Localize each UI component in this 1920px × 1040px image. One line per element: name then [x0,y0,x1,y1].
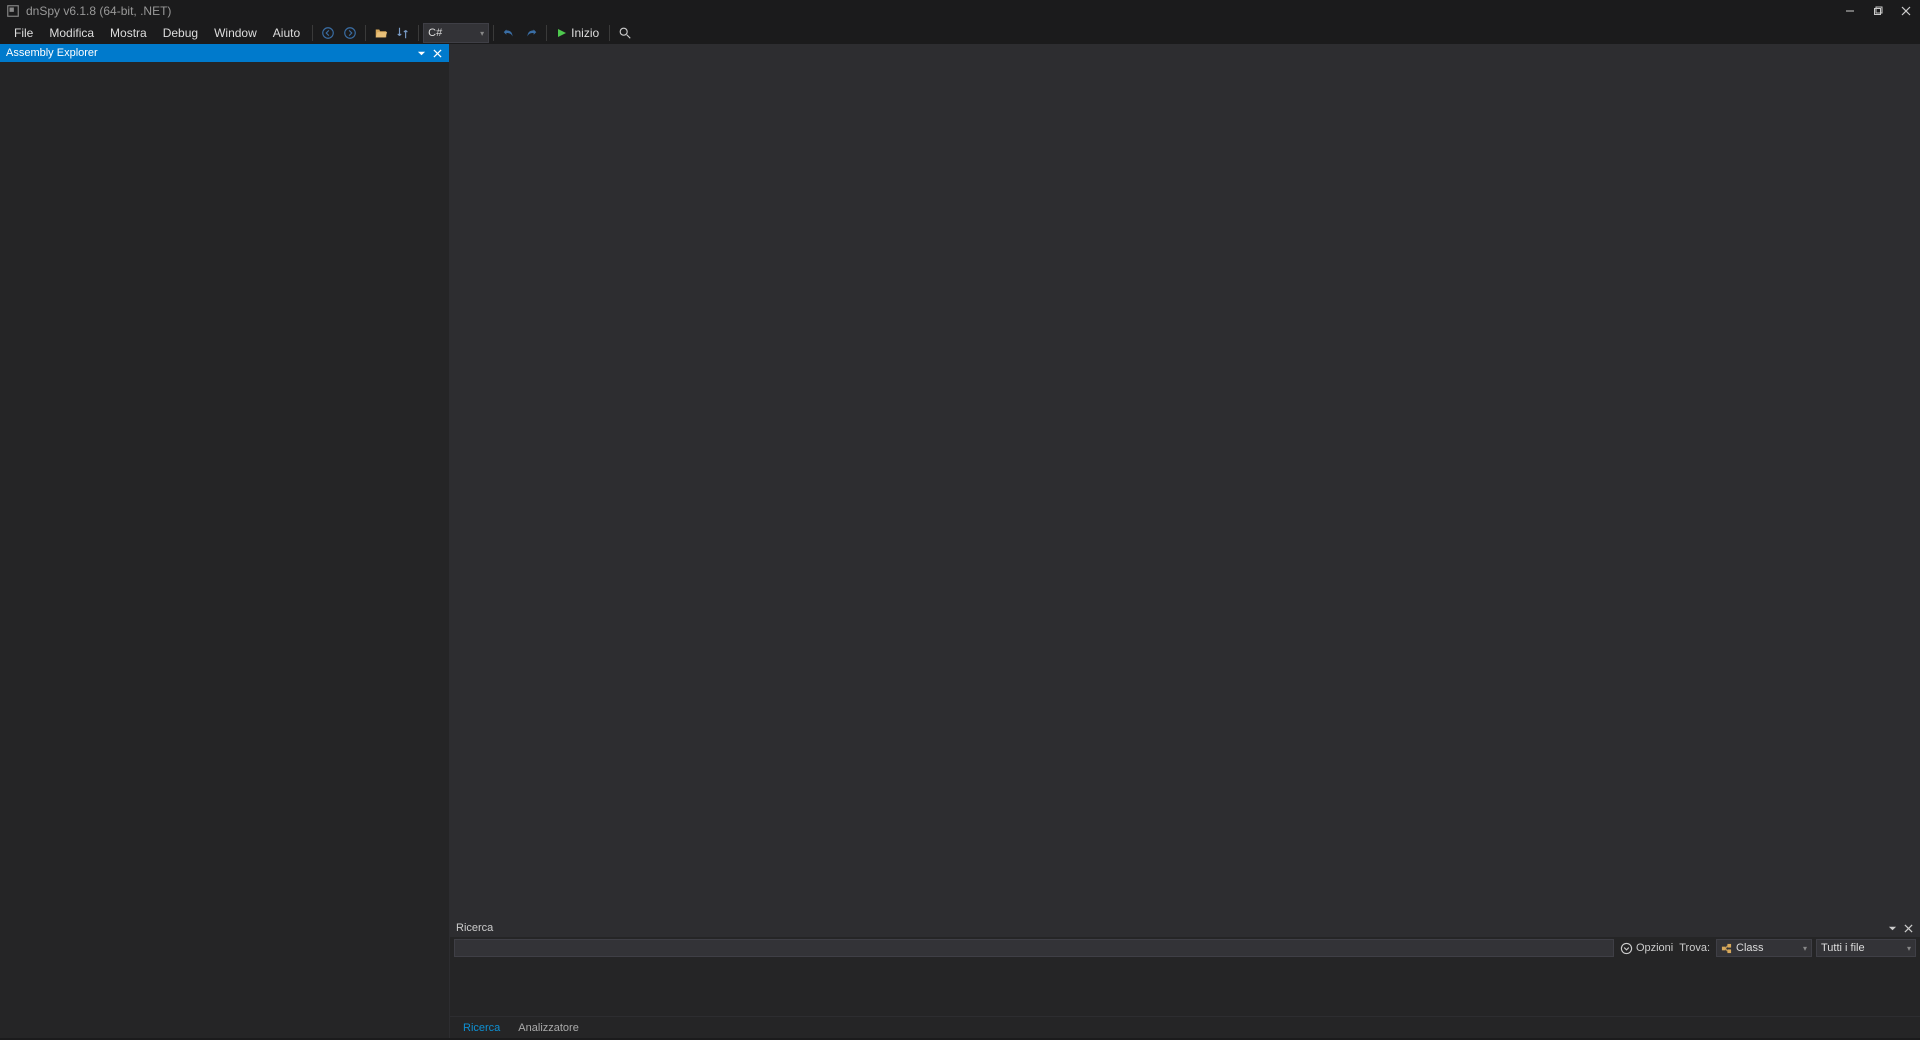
search-scope-combo[interactable]: Tutti i file ▾ [1816,939,1916,957]
separator [609,25,610,41]
nav-forward-button[interactable] [340,23,360,43]
language-combo-value: C# [428,27,442,39]
tab-analizzatore[interactable]: Analizzatore [509,1018,588,1038]
menu-window[interactable]: Window [206,24,265,42]
chevron-down-icon: ▾ [1803,944,1807,953]
bottom-tab-strip: Ricerca Analizzatore [450,1016,1920,1038]
separator [493,25,494,41]
separator [546,25,547,41]
search-results-list[interactable] [450,959,1920,1016]
nav-back-button[interactable] [318,23,338,43]
menu-debug[interactable]: Debug [155,24,206,42]
maximize-button[interactable] [1864,0,1892,22]
search-options-label: Opzioni [1636,942,1673,954]
menu-file[interactable]: File [6,24,41,42]
tab-ricerca[interactable]: Ricerca [454,1018,509,1038]
chevron-down-circle-icon [1620,942,1633,955]
assembly-explorer-tree[interactable] [0,62,449,1038]
undo-button[interactable] [499,23,519,43]
play-icon [557,28,567,38]
class-icon [1721,943,1732,954]
panel-dropdown-button[interactable] [413,45,429,61]
window-title: dnSpy v6.1.8 (64-bit, .NET) [26,4,171,18]
search-input[interactable] [454,939,1614,957]
search-type-combo[interactable]: Class ▾ [1716,939,1812,957]
code-editor-area[interactable] [450,44,1920,918]
panel-dropdown-button[interactable] [1884,920,1900,936]
app-icon [6,4,20,18]
assembly-explorer-title: Assembly Explorer [6,47,98,59]
start-debug-button[interactable]: Inizio [551,26,605,40]
search-find-label: Trova: [1679,942,1712,954]
title-bar: dnSpy v6.1.8 (64-bit, .NET) [0,0,1920,22]
chevron-down-icon: ▾ [480,29,484,38]
sort-button[interactable] [393,23,413,43]
separator [365,25,366,41]
start-debug-label: Inizio [571,26,599,40]
search-controls: Opzioni Trova: Class ▾ Tutti i file ▾ [450,937,1920,959]
search-panel: Ricerca Opzioni Trova: [450,918,1920,1038]
assembly-explorer-panel: Assembly Explorer [0,44,450,1038]
search-options-button[interactable]: Opzioni [1618,942,1675,955]
redo-button[interactable] [521,23,541,43]
menu-bar: File Modifica Mostra Debug Window Aiuto … [0,22,1920,44]
panel-close-button[interactable] [1900,920,1916,936]
close-button[interactable] [1892,0,1920,22]
menu-modifica[interactable]: Modifica [41,24,102,42]
separator [312,25,313,41]
menu-mostra[interactable]: Mostra [102,24,155,42]
menu-aiuto[interactable]: Aiuto [265,24,308,42]
chevron-down-icon: ▾ [1907,944,1911,953]
search-panel-title: Ricerca [456,922,493,934]
main-area: Assembly Explorer Ricerca [0,44,1920,1038]
panel-close-button[interactable] [429,45,445,61]
search-toolbar-button[interactable] [615,23,635,43]
search-scope-value: Tutti i file [1821,942,1865,954]
language-combo[interactable]: C# ▾ [423,23,489,43]
window-controls [1836,0,1920,22]
separator [418,25,419,41]
search-type-value: Class [1736,942,1764,954]
assembly-explorer-header[interactable]: Assembly Explorer [0,44,449,62]
right-side: Ricerca Opzioni Trova: [450,44,1920,1038]
minimize-button[interactable] [1836,0,1864,22]
search-panel-header[interactable]: Ricerca [450,919,1920,937]
open-file-button[interactable] [371,23,391,43]
